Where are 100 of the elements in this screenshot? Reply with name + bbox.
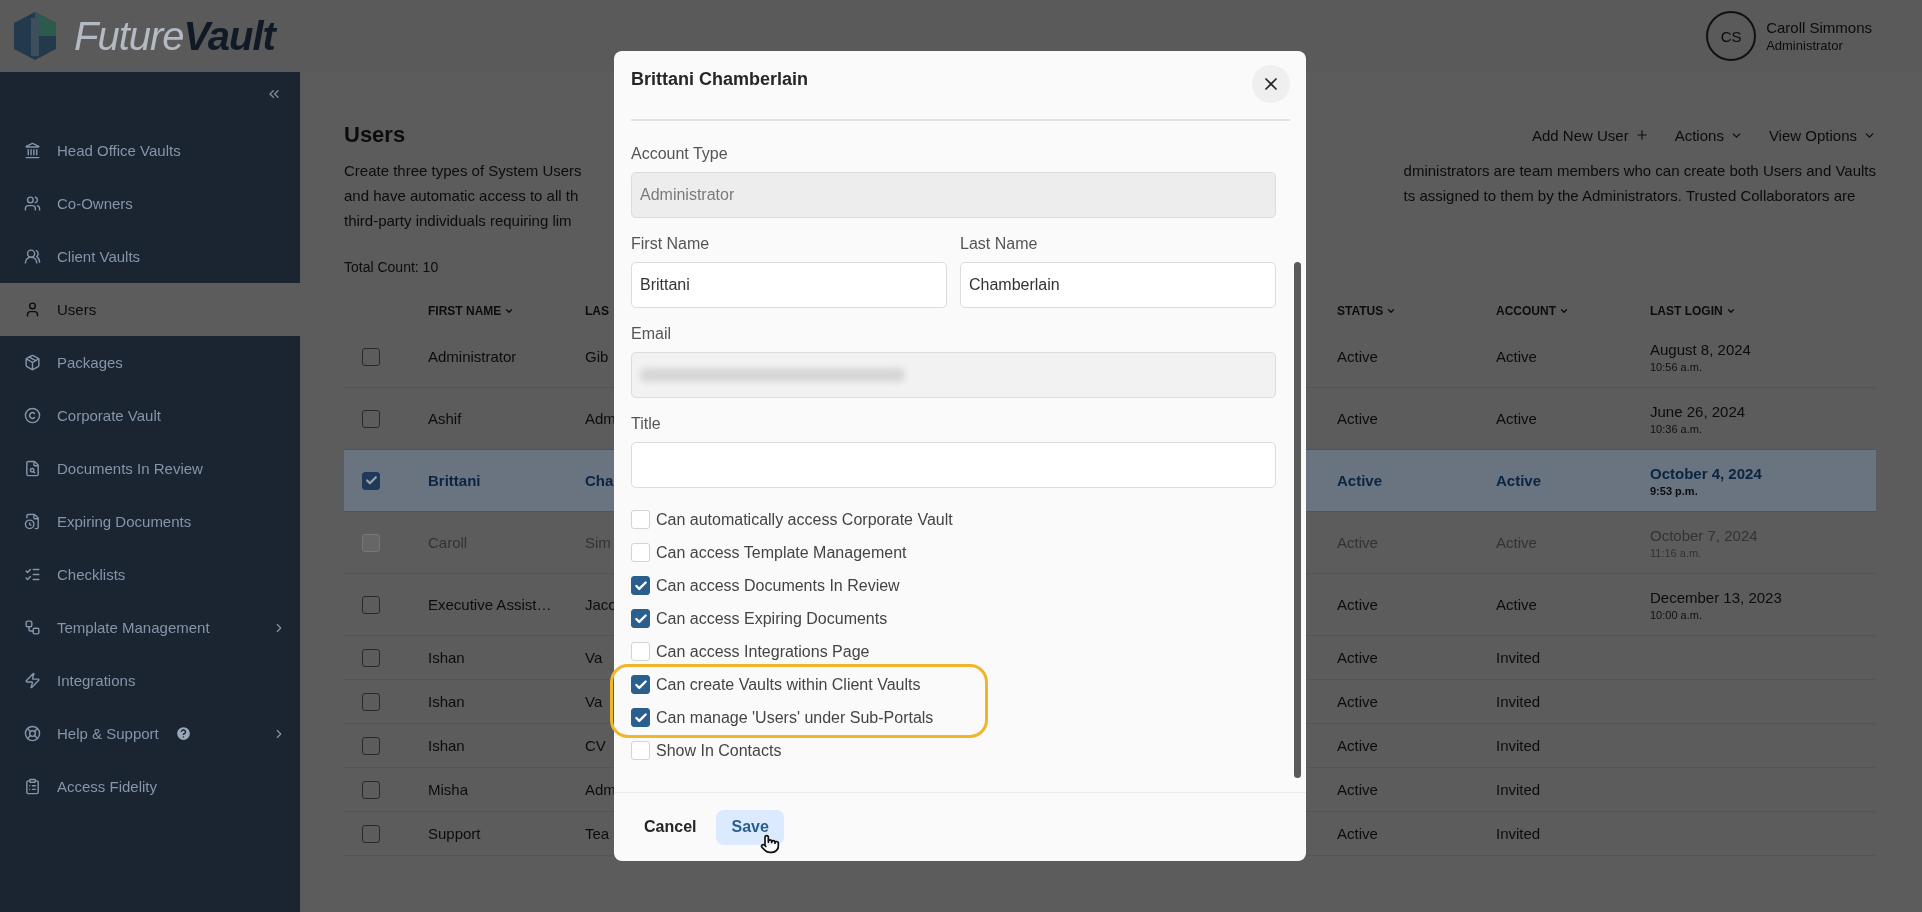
sidebar-item[interactable]: Expiring Documents: [0, 495, 300, 548]
column-header[interactable]: ACCOUNT: [1496, 303, 1569, 318]
table-cell: Administrator: [428, 348, 517, 365]
permission-label: Can create Vaults within Client Vaults: [656, 675, 921, 694]
toolbar-button[interactable]: Actions: [1674, 126, 1743, 144]
row-checkbox[interactable]: [362, 595, 380, 614]
table-cell: Active: [1337, 825, 1378, 842]
row-checkbox[interactable]: [362, 692, 380, 711]
row-checkbox[interactable]: [362, 736, 380, 755]
permission-label: Can access Integrations Page: [656, 642, 870, 661]
scrollbar[interactable]: [1294, 262, 1301, 778]
sidebar-label: Access Fidelity: [57, 778, 158, 795]
close-button[interactable]: [1252, 65, 1290, 103]
sidebar-item[interactable]: Access Fidelity: [0, 760, 300, 813]
login-time: 9:53 p.m.: [1650, 484, 1699, 497]
permission-checkbox[interactable]: Can create Vaults within Client Vaults: [631, 668, 1276, 701]
plus-icon: [1634, 128, 1649, 142]
table-cell: Active: [1337, 649, 1378, 666]
table-cell: Brittani: [428, 472, 481, 489]
check-icon: [633, 710, 648, 725]
package-icon: [24, 354, 41, 371]
sidebar-item[interactable]: Help & Support: [0, 707, 300, 760]
permission-checkbox[interactable]: Can access Integrations Page: [631, 635, 1276, 668]
table-cell: Misha: [428, 781, 468, 798]
sidebar-item[interactable]: Checklists: [0, 548, 300, 601]
row-checkbox[interactable]: [362, 824, 380, 843]
sidebar-label: Expiring Documents: [57, 513, 192, 530]
sidebar-item[interactable]: Documents In Review: [0, 442, 300, 495]
permission-label: Can access Template Management: [656, 543, 907, 562]
table-cell: Invited: [1496, 649, 1541, 666]
sidebar-label: Corporate Vault: [57, 407, 161, 424]
page-title: Users: [344, 122, 406, 148]
dialog-title: Brittani Chamberlain: [631, 69, 809, 90]
sidebar-item[interactable]: Users: [0, 283, 300, 336]
lightning-icon: [24, 672, 41, 689]
checklist-icon: [24, 566, 41, 583]
table-cell: Invited: [1496, 781, 1541, 798]
sidebar-label: Co-Owners: [57, 195, 133, 212]
field-label: First Name: [631, 234, 711, 254]
field-label: Title: [631, 414, 662, 434]
permission-checkbox[interactable]: Can manage 'Users' under Sub-Portals: [631, 701, 1276, 734]
input-field[interactable]: Chamberlain: [960, 262, 1276, 308]
table-cell: Invited: [1496, 737, 1541, 754]
permission-checkbox[interactable]: Can access Documents In Review: [631, 569, 1276, 602]
table-cell: Invited: [1496, 825, 1541, 842]
user-avatar[interactable]: CS: [1706, 11, 1757, 61]
row-checkbox[interactable]: [362, 648, 380, 667]
sidebar-item[interactable]: Integrations: [0, 654, 300, 707]
permission-checkbox[interactable]: Show In Contacts: [631, 734, 1276, 767]
column-header[interactable]: LAST LOGIN: [1650, 303, 1736, 318]
toolbar-button[interactable]: Add New User: [1532, 126, 1649, 144]
table-cell: Va: [585, 693, 603, 710]
checkbox[interactable]: [631, 576, 650, 595]
table-cell: Active: [1337, 410, 1378, 427]
workflow-icon: [24, 619, 41, 636]
table-cell: Ashif: [428, 410, 462, 427]
column-header[interactable]: STATUS: [1337, 303, 1397, 318]
row-checkbox[interactable]: [362, 409, 380, 428]
sidebar-item[interactable]: Head Office Vaults: [0, 124, 300, 177]
checkbox[interactable]: [631, 708, 650, 727]
input-field[interactable]: [631, 352, 1276, 398]
table-cell: Active: [1337, 596, 1378, 613]
description-text: third-party individuals requiring lim: [344, 211, 573, 231]
table-cell: Active: [1337, 472, 1383, 489]
sidebar-label: Users: [57, 301, 97, 318]
column-header[interactable]: LAS: [585, 303, 609, 318]
table-cell: Active: [1337, 693, 1378, 710]
user-role: Administrator: [1766, 38, 1844, 53]
table-cell: CV: [585, 737, 606, 754]
login-time: 10:00 a.m.: [1650, 608, 1703, 621]
table-cell: Va: [585, 649, 603, 666]
checkbox[interactable]: [631, 609, 650, 628]
permission-checkbox[interactable]: Can access Template Management: [631, 536, 1276, 569]
login-time: 10:56 a.m.: [1650, 360, 1703, 373]
sidebar-item[interactable]: Co-Owners: [0, 177, 300, 230]
row-checkbox[interactable]: [362, 347, 380, 366]
row-checkbox[interactable]: [362, 471, 380, 490]
field-label: Email: [631, 324, 672, 344]
row-checkbox[interactable]: [362, 780, 380, 799]
table-cell: Gib: [585, 348, 609, 365]
sidebar-item[interactable]: Client Vaults: [0, 230, 300, 283]
building-icon: [24, 142, 41, 159]
permission-checkbox[interactable]: Can automatically access Corporate Vault: [631, 503, 1276, 536]
checkbox[interactable]: [631, 675, 650, 694]
sidebar-label: Checklists: [57, 566, 126, 583]
user-name: Caroll Simmons: [1766, 19, 1872, 36]
sidebar-item[interactable]: Packages: [0, 336, 300, 389]
toolbar-button[interactable]: View Options: [1768, 126, 1876, 144]
lifebuoy-icon: [24, 725, 41, 742]
input-field[interactable]: [631, 442, 1276, 488]
input-field[interactable]: Brittani: [631, 262, 947, 308]
description-text: and have automatic access to all th: [344, 186, 580, 206]
sidebar-item[interactable]: Template Management: [0, 601, 300, 654]
permission-checkbox[interactable]: Can access Expiring Documents: [631, 602, 1276, 635]
sidebar-item[interactable]: Corporate Vault: [0, 389, 300, 442]
user-icon: [24, 301, 41, 318]
sidebar-label: Documents In Review: [57, 460, 203, 477]
hand-cursor-icon: [760, 833, 781, 854]
column-header[interactable]: FIRST NAME: [428, 303, 515, 318]
cancel-button[interactable]: Cancel: [632, 810, 709, 844]
